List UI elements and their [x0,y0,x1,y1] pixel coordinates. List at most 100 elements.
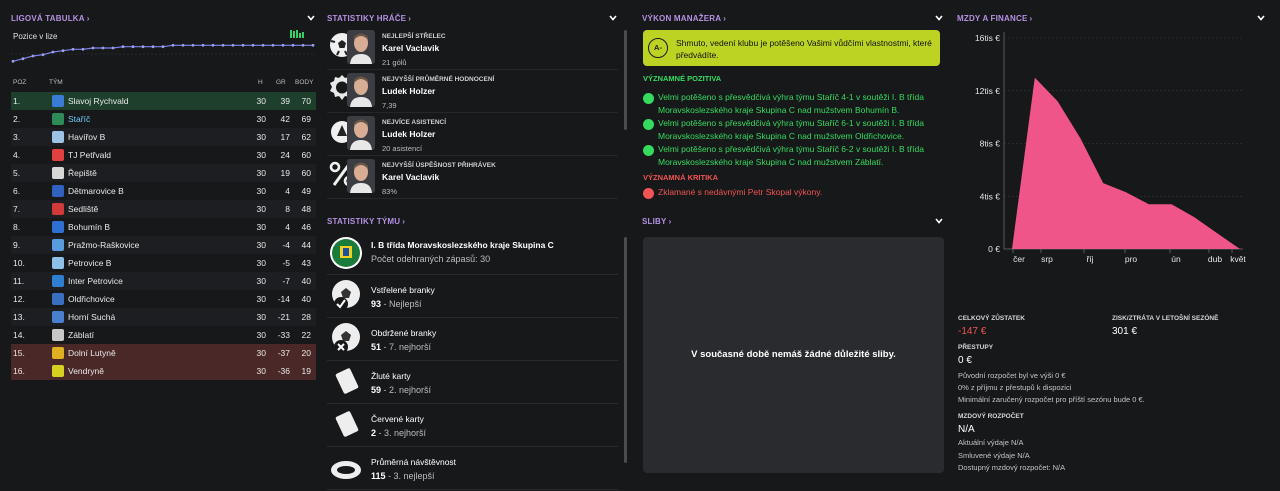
row-position: 10. [13,258,25,268]
team-stat-item[interactable]: I. B třída Moravskoslezského kraje Skupi… [327,232,618,275]
team-stat-rank: - 7. nejhorší [381,342,432,352]
player-name[interactable]: Ludek Holzer [382,86,435,96]
row-team-name[interactable]: Inter Petrovice [68,276,123,286]
table-row[interactable]: 1. Slavoj Rychvald 30 39 70 [11,92,316,110]
player-stat-item[interactable]: NEJVYŠŠÍ ÚSPĚŠNOST PŘIHRÁVEK Karel Vaclav… [327,157,618,199]
team-stat-item[interactable]: Červené karty 2 - 3. nejhorší [327,404,618,447]
row-team-name[interactable]: Dětmarovice B [68,186,124,196]
chevron-down-icon[interactable] [934,216,944,226]
row-played: 30 [256,312,266,322]
player-stats-scrollbar[interactable] [624,30,627,130]
row-team-name[interactable]: Oldřichovice [68,294,115,304]
team-stats-scrollbar[interactable] [624,237,627,463]
table-row[interactable]: 2. Staříč 30 42 69 [11,110,316,128]
finance-title[interactable]: MZDY A FINANCE › [957,14,1032,23]
table-row[interactable]: 8. Bohumín B 30 4 46 [11,218,316,236]
y-tick-label: 12tis € [975,86,1000,96]
player-stat-item[interactable]: NEJVÍCE ASISTENCÍ Ludek Holzer 20 asistenc… [327,114,618,156]
row-team-name[interactable]: Bohumín B [68,222,110,232]
col-team[interactable]: TÝM [49,79,63,86]
team-stat-title: I. B třída Moravskoslezského kraje Skupi… [371,240,554,250]
team-stat-item[interactable]: Vstřelené branky 93 - Nejlepší [327,275,618,318]
table-row[interactable]: 6. Dětmarovice B 30 4 49 [11,182,316,200]
table-row[interactable]: 3. Havířov B 30 17 62 [11,128,316,146]
form-bar [302,32,304,38]
player-photo[interactable] [347,116,375,150]
row-goal-diff: -7 [282,276,290,286]
yellow-card-icon [335,368,359,394]
chevron-down-icon[interactable] [1256,13,1266,23]
y-tick-label: 8tis € [980,139,1001,149]
sparkline-point [11,59,15,63]
y-tick-label: 16tis € [975,33,1000,43]
chevron-down-icon[interactable] [934,13,944,23]
col-h[interactable]: H [258,79,263,86]
table-row[interactable]: 12. Oldřichovice 30 -14 40 [11,290,316,308]
player-stat-item[interactable]: NEJVYŠŠÍ PRŮMĚRNÉ HODNOCENÍ Ludek Holzer 7… [327,71,618,113]
col-gr[interactable]: GR [276,79,286,86]
chevron-down-icon[interactable] [608,13,618,23]
row-played: 30 [256,276,266,286]
player-photo[interactable] [347,159,375,193]
team-crest-icon [52,113,64,125]
team-stat-value-line: 51 - 7. nejhorší [371,342,431,352]
team-crest-icon [52,167,64,179]
team-stat-item[interactable]: Žluté karty 59 - 2. nejhorší [327,361,618,404]
team-crest-icon [52,293,64,305]
row-team-name[interactable]: Řepiště [68,168,97,178]
row-team-name[interactable]: Staříč [68,114,90,124]
row-position: 5. [13,168,21,178]
row-team-name[interactable]: Dolní Lutyně [68,348,116,358]
manager-grade-badge: A- [648,38,668,58]
player-name[interactable]: Karel Vaclavik [382,172,439,182]
table-row[interactable]: 14. Záblatí 30 -33 22 [11,326,316,344]
promises-title[interactable]: SLIBY › [642,217,671,226]
table-row[interactable]: 9. Pražmo-Raškovice 30 -4 44 [11,236,316,254]
table-row[interactable]: 10. Petrovice B 30 -5 43 [11,254,316,272]
manager-performance-title[interactable]: VÝKON MANAŽERA › [642,14,726,23]
player-name[interactable]: Karel Vaclavik [382,43,439,53]
team-stats-title-text: STATISTIKY TÝMU [327,217,401,226]
table-row[interactable]: 4. TJ Petřvald 30 24 60 [11,146,316,164]
row-team-name[interactable]: Vendryně [68,366,104,376]
row-team-name[interactable]: Slavoj Rychvald [68,96,128,106]
player-stat-item[interactable]: NEJLEPŠÍ STŘELEC Karel Vaclavik 21 gólů [327,28,618,70]
row-team-name[interactable]: TJ Petřvald [68,150,111,160]
row-points: 43 [301,258,311,268]
row-team-name[interactable]: Sedliště [68,204,98,214]
col-pos[interactable]: POZ [13,79,26,86]
team-stats-title[interactable]: STATISTIKY TÝMU › [327,217,405,226]
sparkline-point [221,43,225,47]
sparkline-point [171,43,175,47]
league-table-title[interactable]: LIGOVÁ TABULKA › [11,14,90,23]
table-row[interactable]: 11. Inter Petrovice 30 -7 40 [11,272,316,290]
player-stats-title[interactable]: STATISTIKY HRÁČE › [327,14,411,23]
team-stat-rank: - 3. nejlepší [385,471,435,481]
team-stat-value-line: 93 - Nejlepší [371,299,422,309]
row-played: 30 [256,114,266,124]
row-position: 7. [13,204,21,214]
player-stat-value: 7,39 [382,101,397,110]
player-photo[interactable] [347,30,375,64]
team-stat-item[interactable]: Obdržené branky 51 - 7. nejhorší [327,318,618,361]
table-row[interactable]: 13. Horní Suchá 30 -21 28 [11,308,316,326]
sparkline-point [141,45,145,49]
col-body[interactable]: BODY [295,79,313,86]
table-row[interactable]: 5. Řepiště 30 19 60 [11,164,316,182]
row-team-name[interactable]: Pražmo-Raškovice [68,240,139,250]
row-team-name[interactable]: Havířov B [68,132,105,142]
sparkline-point [111,46,115,50]
table-row[interactable]: 7. Sedliště 30 8 48 [11,200,316,218]
player-name[interactable]: Ludek Holzer [382,129,435,139]
sparkline-point [121,45,125,49]
chevron-down-icon[interactable] [306,13,316,23]
row-played: 30 [256,132,266,142]
row-team-name[interactable]: Záblatí [68,330,94,340]
team-stat-title: Obdržené branky [371,328,437,338]
player-photo[interactable] [347,73,375,107]
row-team-name[interactable]: Petrovice B [68,258,111,268]
team-stat-item[interactable]: Průměrná návštěvnost 115 - 3. nejlepší [327,447,618,490]
row-team-name[interactable]: Horní Suchá [68,312,115,322]
table-row[interactable]: 16. Vendryně 30 -36 19 [11,362,316,380]
table-row[interactable]: 15. Dolní Lutyně 30 -37 20 [11,344,316,362]
